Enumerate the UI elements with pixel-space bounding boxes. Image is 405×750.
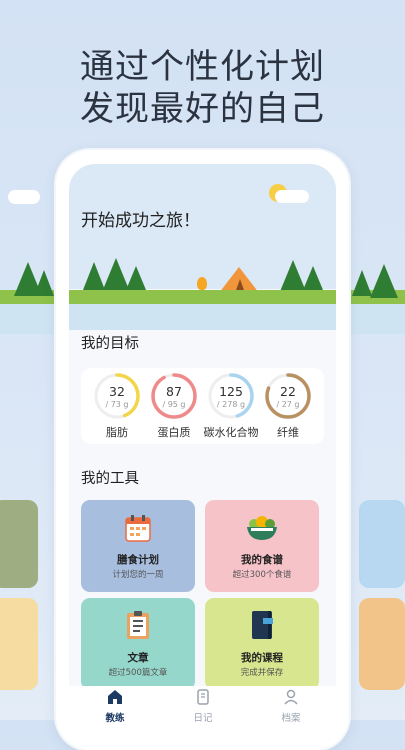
goal-item[interactable]: 87/ 95 g 蛋白质 (144, 372, 204, 440)
goal-ring: 87/ 95 g (150, 372, 198, 420)
tool-title: 我的课程 (241, 652, 283, 664)
goals-title: 我的目标 (81, 336, 139, 352)
tool-subtitle: 超过300个食谱 (232, 570, 292, 580)
tab-diary[interactable]: 日记 (173, 689, 233, 724)
water (69, 304, 336, 330)
goal-label: 脂肪 (106, 426, 128, 439)
tool-my-courses[interactable]: 我的课程 完成并保存 (205, 598, 319, 690)
tool-meal-plan[interactable]: 膳食计划 计划您的一周 (81, 500, 195, 592)
goal-label: 蛋白质 (157, 426, 191, 439)
goal-ring: 32/ 73 g (93, 372, 141, 420)
clipboard-icon (127, 611, 149, 639)
tree-icon (303, 266, 323, 290)
tools-title: 我的工具 (81, 471, 139, 487)
tool-my-recipes[interactable]: 我的食谱 超过300个食谱 (205, 500, 319, 592)
tab-label: 档案 (281, 713, 301, 724)
tool-subtitle: 计划您的一周 (112, 570, 164, 580)
goal-value: 125 (219, 384, 243, 399)
goal-label: 纤维 (277, 426, 299, 439)
tree-icon (352, 270, 372, 296)
calendar-icon (125, 515, 151, 542)
campfire-icon (197, 277, 207, 290)
goal-value: 32 (109, 384, 125, 399)
phone-frame: 开始成功之旅！ 我的目标 32/ 73 g 脂肪 87/ 95 g 蛋白质 125/ 2… (56, 150, 349, 750)
tool-title: 文章 (127, 652, 149, 664)
app-screen: 开始成功之旅！ 我的目标 32/ 73 g 脂肪 87/ 95 g 蛋白质 125/ 2… (69, 164, 336, 724)
profile-icon (284, 689, 298, 705)
tree-icon (34, 270, 54, 296)
home-icon (108, 690, 122, 704)
goals-card[interactable]: 32/ 73 g 脂肪 87/ 95 g 蛋白质 125/ 278 g 碳水化合物 22/ … (81, 368, 324, 444)
tree-icon (370, 264, 398, 298)
tab-profile[interactable]: 档案 (261, 689, 321, 724)
goal-target: / 278 g (216, 400, 246, 409)
greeting-text: 开始成功之旅！ (81, 211, 200, 231)
headline-line-1: 通过个性化计划 (80, 47, 325, 87)
goal-target: / 95 g (162, 400, 186, 409)
side-card-left-1 (0, 500, 38, 588)
goal-ring: 22/ 27 g (264, 372, 312, 420)
tool-articles[interactable]: 文章 超过500篇文章 (81, 598, 195, 690)
diary-icon (197, 689, 209, 705)
tool-title: 膳食计划 (117, 554, 159, 566)
cloud-left (8, 190, 40, 204)
goal-target: / 73 g (105, 400, 129, 409)
notebook-icon (252, 611, 273, 639)
goal-value: 87 (166, 384, 182, 399)
goal-item[interactable]: 125/ 278 g 碳水化合物 (201, 372, 261, 440)
goal-ring: 125/ 278 g (207, 372, 255, 420)
headline-line-2: 发现最好的自己 (80, 89, 325, 129)
goal-value: 22 (280, 384, 296, 399)
tree-icon (126, 266, 146, 290)
tool-title: 我的食谱 (241, 554, 283, 566)
side-card-left-2 (0, 598, 38, 690)
goal-label: 碳水化合物 (203, 426, 259, 439)
side-card-right-2 (359, 598, 405, 690)
tab-coach[interactable]: 教练 (85, 689, 145, 724)
cloud-icon (275, 190, 309, 203)
side-card-right-1 (359, 500, 405, 588)
tool-subtitle: 超过500篇文章 (108, 668, 168, 678)
headline: 通过个性化计划 发现最好的自己 (0, 46, 405, 130)
bottom-tab-bar: 教练 日记 档案 (69, 686, 336, 724)
tab-label: 教练 (105, 713, 125, 724)
goal-item[interactable]: 22/ 27 g 纤维 (258, 372, 318, 440)
tab-label: 日记 (193, 713, 213, 724)
tool-subtitle: 完成并保存 (240, 668, 284, 678)
salad-bowl-icon (247, 516, 277, 540)
goal-item[interactable]: 32/ 73 g 脂肪 (87, 372, 147, 440)
ground (69, 290, 336, 304)
goal-target: / 27 g (276, 400, 300, 409)
